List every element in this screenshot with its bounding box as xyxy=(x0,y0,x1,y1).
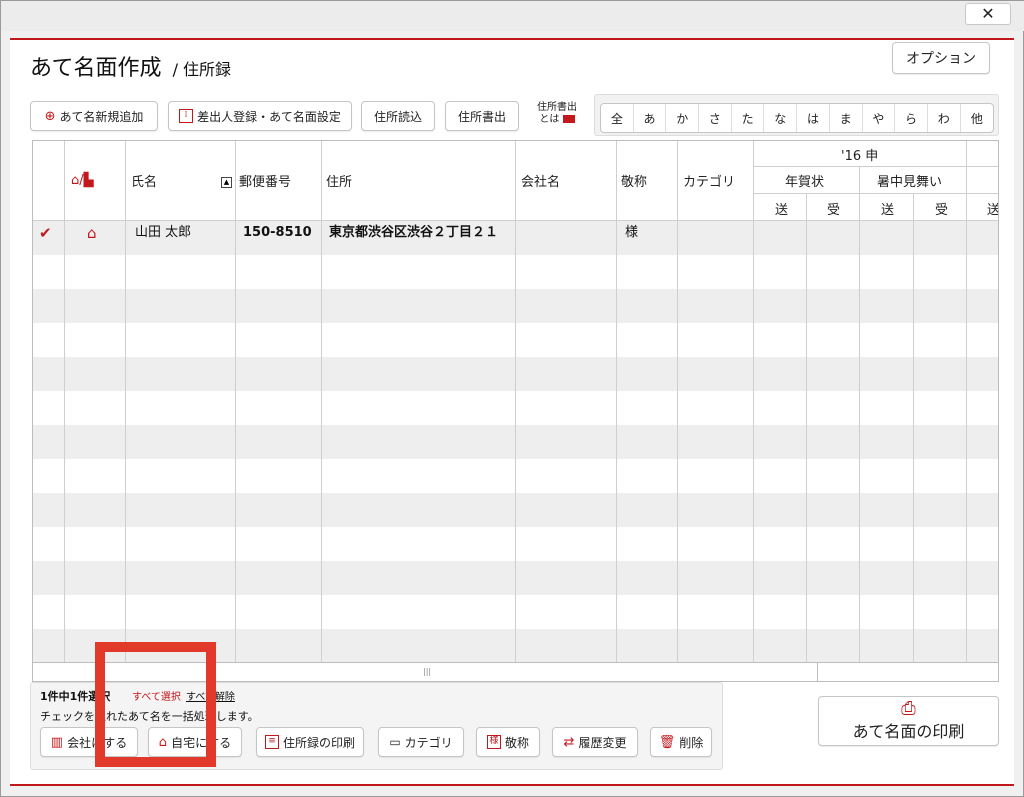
sender-icon: ⁞ xyxy=(179,109,194,123)
col-name[interactable]: 氏名 xyxy=(131,171,157,190)
import-addresses-button[interactable]: 住所読込 xyxy=(361,101,435,131)
kana-tab[interactable]: 全 xyxy=(601,104,634,132)
history-change-label: 履歴変更 xyxy=(578,735,627,750)
col-divider xyxy=(515,141,516,662)
sender-settings-button[interactable]: ⁞ 差出人登録・あて名面設定 xyxy=(168,101,352,131)
col-divider xyxy=(235,141,236,662)
col-divider xyxy=(125,141,126,662)
swap-arrows-icon: ⇄ xyxy=(563,734,575,750)
honorific-button[interactable]: 様 敬称 xyxy=(476,727,540,757)
export-help-link[interactable]: 住所書出 とは xyxy=(530,102,584,126)
col-address[interactable]: 住所 xyxy=(326,171,352,190)
print-address-side-label: あて名面の印刷 xyxy=(852,722,965,741)
page-title: あて名面作成 / 住所録 xyxy=(30,50,231,82)
col-category[interactable]: カテゴリ xyxy=(683,171,735,190)
page-title-sub: / 住所録 xyxy=(172,60,232,79)
kana-tab[interactable]: ら xyxy=(895,104,928,132)
col-divider xyxy=(913,194,914,662)
print-address-side-button[interactable]: ⎙ あて名面の印刷 xyxy=(818,696,999,746)
building-icon: ▥ xyxy=(50,734,64,750)
header-divider-1 xyxy=(753,166,998,167)
col-divider xyxy=(616,141,617,662)
col-shochu-send: 送 xyxy=(881,203,895,218)
col-postal[interactable]: 郵便番号 xyxy=(239,171,291,190)
kana-tab[interactable]: さ xyxy=(699,104,732,132)
honorific-icon: 様 xyxy=(486,735,501,749)
option-button[interactable]: オプション xyxy=(892,42,990,74)
col-divider xyxy=(859,167,860,662)
kana-tab[interactable]: は xyxy=(797,104,830,132)
history-change-button[interactable]: ⇄ 履歴変更 xyxy=(552,727,638,757)
add-address-button[interactable]: ⊕ あて名新規追加 xyxy=(30,101,158,131)
col-honorific[interactable]: 敬称 xyxy=(621,171,647,190)
scrollbar-separator xyxy=(817,663,818,681)
cell-address: 東京都渋谷区渋谷２丁目２１ xyxy=(329,225,499,240)
home-icon: ⌂ xyxy=(87,224,97,242)
address-table: ⌂/▙ 氏名 ▲ 郵便番号 住所 会社名 敬称 カテゴリ '16 申 年賀状 暑… xyxy=(32,140,999,663)
import-label: 住所読込 xyxy=(373,109,422,124)
col-nengajo: 年賀状 xyxy=(785,175,825,190)
scroll-grip-icon[interactable]: ||| xyxy=(423,667,431,676)
col-nenga-send: 送 xyxy=(775,203,789,218)
col-divider xyxy=(966,141,967,662)
trash-icon: 🗑 xyxy=(658,734,676,750)
col-nenga-recv: 受 xyxy=(827,203,841,218)
kana-tab[interactable]: た xyxy=(732,104,765,132)
honorific-label: 敬称 xyxy=(504,735,529,750)
printer-icon: ⎙ xyxy=(901,698,916,719)
delete-button[interactable]: 🗑 削除 xyxy=(650,727,712,757)
folder-icon: ▭ xyxy=(389,735,401,749)
kana-tab[interactable]: わ xyxy=(928,104,961,132)
cell-postal: 150-8510 xyxy=(243,225,312,240)
close-button[interactable]: ✕ xyxy=(965,3,1011,25)
col-shochu-mimai: 暑中見舞い xyxy=(877,175,943,190)
option-label: オプション xyxy=(906,51,976,67)
help-marker-icon xyxy=(562,115,575,123)
delete-label: 削除 xyxy=(679,735,704,750)
kana-tab[interactable]: 他 xyxy=(961,104,994,132)
row-checkbox[interactable]: ✔ xyxy=(39,221,52,255)
type-column-icon: ⌂/▙ xyxy=(71,173,94,188)
col-divider xyxy=(677,141,678,662)
document-icon: ≡ xyxy=(264,735,279,749)
col-company[interactable]: 会社名 xyxy=(521,171,560,190)
col-divider xyxy=(64,141,65,662)
kana-tab[interactable]: ま xyxy=(830,104,863,132)
export-addresses-button[interactable]: 住所書出 xyxy=(445,101,519,131)
export-help-line2: とは xyxy=(539,114,560,125)
sender-settings-label: 差出人登録・あて名面設定 xyxy=(197,109,341,124)
col-next-send: 送 xyxy=(987,203,999,218)
kana-tab[interactable]: や xyxy=(863,104,896,132)
cell-honorific: 様 xyxy=(625,225,639,240)
title-bar: ✕ xyxy=(1,1,1024,31)
kana-tab[interactable]: か xyxy=(666,104,700,132)
cell-name: 山田 太郎 xyxy=(135,225,192,240)
category-button[interactable]: ▭ カテゴリ xyxy=(378,727,464,757)
col-year-group: '16 申 xyxy=(841,149,879,164)
col-divider xyxy=(753,141,754,662)
page-title-main: あて名面作成 xyxy=(30,56,162,81)
highlight-box xyxy=(95,642,216,767)
header-divider-2 xyxy=(753,193,998,194)
export-label: 住所書出 xyxy=(457,109,506,124)
sort-toggle-icon[interactable]: ▲ xyxy=(221,177,232,188)
add-address-label: あて名新規追加 xyxy=(59,109,144,124)
category-label: カテゴリ xyxy=(404,735,453,750)
print-list-button[interactable]: ≡ 住所録の印刷 xyxy=(256,727,364,757)
col-divider xyxy=(806,194,807,662)
export-help-line1: 住所書出 xyxy=(537,102,577,113)
kana-filter-tabs: 全あかさたなはまやらわ他 xyxy=(600,103,995,133)
kana-tab[interactable]: な xyxy=(764,104,798,132)
col-shochu-recv: 受 xyxy=(935,203,949,218)
kana-tab[interactable]: あ xyxy=(634,104,667,132)
accent-rule-bottom xyxy=(10,784,1014,786)
new-card-icon: ⊕ xyxy=(44,108,56,124)
print-list-label: 住所録の印刷 xyxy=(282,735,355,750)
col-divider xyxy=(321,141,322,662)
